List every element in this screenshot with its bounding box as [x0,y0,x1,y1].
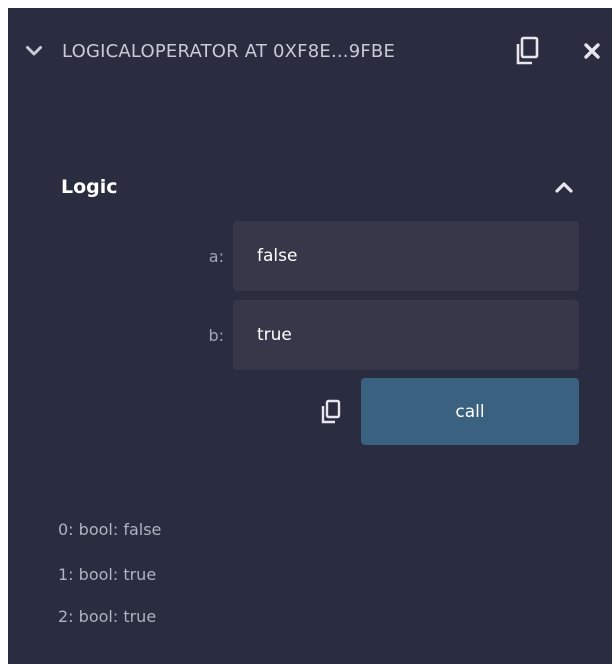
result-index: 0: [58,520,74,539]
param-input-b[interactable] [233,300,579,370]
contract-panel: LOGICALOPERATOR AT 0XF8E...9FBE Logic a:… [8,8,612,664]
copy-calldata-icon[interactable] [320,399,342,425]
copy-icon[interactable] [514,36,540,66]
contract-title: LOGICALOPERATOR AT 0XF8E...9FBE [62,41,396,62]
result-value: bool: true [78,607,157,626]
chevron-up-icon[interactable] [555,180,573,194]
call-button[interactable]: call [361,378,579,445]
contract-header[interactable]: LOGICALOPERATOR AT 0XF8E...9FBE [8,30,612,76]
result-value: bool: true [78,565,157,584]
param-input-a[interactable] [233,221,579,291]
result-index: 1: [58,565,74,584]
chevron-down-icon[interactable] [26,45,42,57]
result-value: bool: false [78,520,162,539]
result-row: 0: bool: false [58,520,161,539]
param-label-a: a: [208,247,224,266]
result-row: 2: bool: true [58,607,156,626]
result-row: 1: bool: true [58,565,156,584]
close-icon[interactable] [582,41,602,61]
function-name: Logic [61,176,118,198]
result-index: 2: [58,607,74,626]
param-label-b: b: [208,326,224,345]
